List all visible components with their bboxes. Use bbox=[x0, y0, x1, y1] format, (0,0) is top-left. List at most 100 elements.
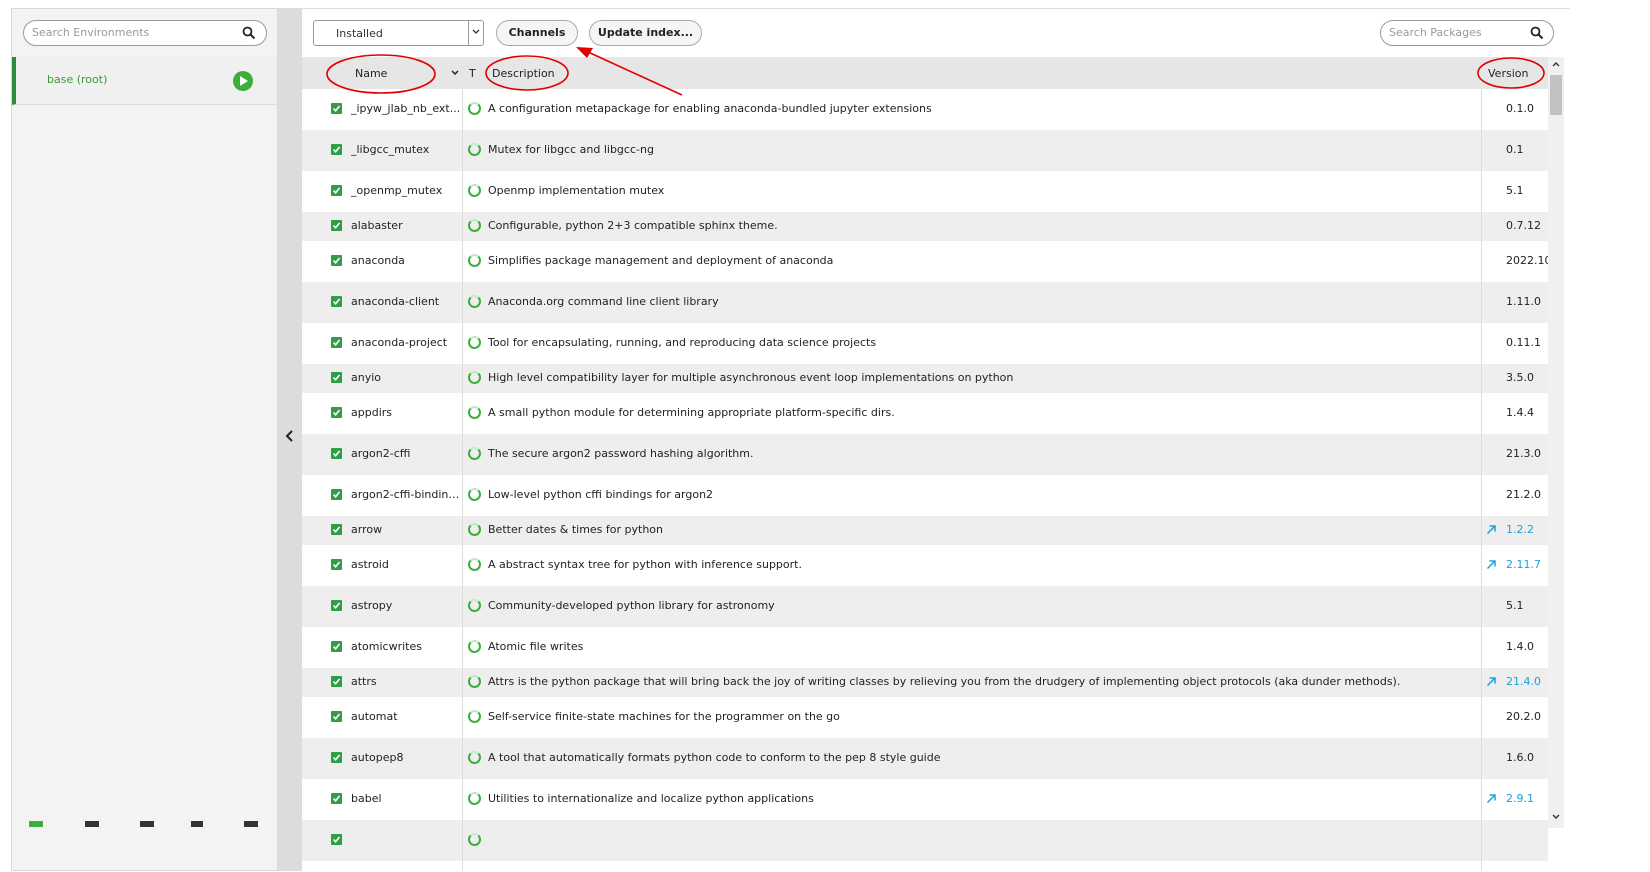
check-icon bbox=[332, 257, 341, 265]
installed-checkbox[interactable] bbox=[331, 489, 342, 500]
table-row[interactable]: _openmp_mutex Openmp implementation mutex… bbox=[302, 171, 1548, 212]
table-row[interactable]: argon2-cffi The secure argon2 password ha… bbox=[302, 434, 1548, 475]
package-name: _openmp_mutex bbox=[351, 184, 443, 197]
update-available-icon[interactable] bbox=[1486, 793, 1497, 807]
installed-checkbox[interactable] bbox=[331, 793, 342, 804]
installed-checkbox[interactable] bbox=[331, 711, 342, 722]
table-row[interactable]: appdirs A small python module for determi… bbox=[302, 393, 1548, 434]
installed-checkbox[interactable] bbox=[331, 185, 342, 196]
installed-checkbox[interactable] bbox=[331, 407, 342, 418]
installed-checkbox[interactable] bbox=[331, 641, 342, 652]
search-icon[interactable] bbox=[242, 26, 256, 40]
installed-checkbox[interactable] bbox=[331, 255, 342, 266]
chevron-down-icon bbox=[472, 29, 480, 34]
package-type-icon bbox=[468, 143, 481, 156]
installed-checkbox[interactable] bbox=[331, 144, 342, 155]
update-index-button[interactable]: Update index... bbox=[589, 20, 702, 46]
package-filter-select[interactable]: Installed bbox=[313, 20, 484, 46]
table-row[interactable]: anaconda-project Tool for encapsulating, … bbox=[302, 323, 1548, 364]
clone-icon[interactable] bbox=[85, 821, 99, 827]
package-version: 2.9.1 bbox=[1506, 792, 1534, 805]
table-row[interactable]: anaconda Simplifies package management an… bbox=[302, 241, 1548, 282]
package-description: Low-level python cffi bindings for argon… bbox=[488, 488, 714, 501]
environment-item-base[interactable]: base (root) bbox=[12, 57, 277, 105]
column-header-version[interactable]: Version bbox=[1488, 67, 1528, 80]
installed-checkbox[interactable] bbox=[331, 296, 342, 307]
installed-checkbox[interactable] bbox=[331, 524, 342, 535]
package-type-icon bbox=[468, 488, 481, 501]
table-row[interactable]: babel Utilities to internationalize and l… bbox=[302, 779, 1548, 820]
package-description: Openmp implementation mutex bbox=[488, 184, 665, 197]
package-version: 0.11.1 bbox=[1506, 336, 1541, 349]
package-name: argon2-cffi-bindings bbox=[351, 488, 461, 501]
import-icon[interactable] bbox=[140, 821, 154, 827]
installed-checkbox[interactable] bbox=[331, 676, 342, 687]
table-row[interactable]: _libgcc_mutex Mutex for libgcc and libgcc… bbox=[302, 130, 1548, 171]
scroll-thumb[interactable] bbox=[1550, 75, 1562, 115]
check-icon bbox=[332, 298, 341, 306]
package-type-icon bbox=[468, 371, 481, 384]
installed-checkbox[interactable] bbox=[331, 337, 342, 348]
package-version: 1.6.0 bbox=[1506, 751, 1534, 764]
table-row[interactable]: astropy Community-developed python librar… bbox=[302, 586, 1548, 627]
table-row[interactable]: anyio High level compatibility layer for … bbox=[302, 364, 1548, 393]
table-row[interactable]: automat Self-service finite-state machine… bbox=[302, 697, 1548, 738]
installed-checkbox[interactable] bbox=[331, 752, 342, 763]
package-name: astropy bbox=[351, 599, 393, 612]
package-name: anaconda bbox=[351, 254, 405, 267]
installed-checkbox[interactable] bbox=[331, 834, 342, 845]
scroll-down-icon[interactable] bbox=[1552, 814, 1560, 820]
column-header-type[interactable]: T bbox=[469, 67, 476, 80]
table-row[interactable]: arrow Better dates & times for python 1.2.… bbox=[302, 516, 1548, 545]
table-row[interactable]: atomicwrites Atomic file writes 1.4.0 bbox=[302, 627, 1548, 668]
installed-checkbox[interactable] bbox=[331, 372, 342, 383]
update-available-icon[interactable] bbox=[1486, 676, 1497, 690]
table-row[interactable]: alabaster Configurable, python 2+3 compat… bbox=[302, 212, 1548, 241]
package-type-icon bbox=[468, 675, 481, 688]
table-row[interactable]: anaconda-client Anaconda.org command line… bbox=[302, 282, 1548, 323]
package-version: 2.11.7 bbox=[1506, 558, 1541, 571]
package-type-icon bbox=[468, 184, 481, 197]
remove-icon[interactable] bbox=[244, 821, 258, 827]
package-name: anaconda-project bbox=[351, 336, 448, 349]
column-divider bbox=[462, 89, 463, 871]
package-version: 21.2.0 bbox=[1506, 488, 1541, 501]
environments-search-input[interactable]: Search Environments bbox=[23, 20, 267, 46]
environment-label: base (root) bbox=[47, 73, 108, 86]
table-row[interactable]: _ipyw_jlab_nb_ext... A configuration meta… bbox=[302, 89, 1548, 130]
package-name: _ipyw_jlab_nb_ext... bbox=[351, 102, 461, 115]
update-available-icon[interactable] bbox=[1486, 524, 1497, 538]
create-icon[interactable] bbox=[29, 821, 43, 827]
package-description: The secure argon2 password hashing algor… bbox=[488, 447, 754, 460]
update-available-icon[interactable] bbox=[1486, 559, 1497, 573]
table-row[interactable]: autopep8 A tool that automatically format… bbox=[302, 738, 1548, 779]
table-row[interactable]: attrs Attrs is the python package that wi… bbox=[302, 668, 1548, 697]
packages-table-header: Name T Description Version bbox=[302, 57, 1548, 89]
installed-checkbox[interactable] bbox=[331, 220, 342, 231]
installed-checkbox[interactable] bbox=[331, 103, 342, 114]
check-icon bbox=[332, 602, 341, 610]
sort-chevron-down-icon[interactable] bbox=[451, 70, 459, 76]
column-header-description[interactable]: Description bbox=[492, 67, 555, 80]
backup-icon[interactable] bbox=[191, 821, 203, 827]
check-icon bbox=[332, 339, 341, 347]
filter-dropdown-arrow[interactable] bbox=[468, 21, 483, 45]
installed-checkbox[interactable] bbox=[331, 448, 342, 459]
search-icon[interactable] bbox=[1530, 26, 1544, 40]
check-icon bbox=[332, 105, 341, 113]
installed-checkbox[interactable] bbox=[331, 559, 342, 570]
table-row[interactable] bbox=[302, 820, 1548, 861]
play-icon[interactable] bbox=[233, 71, 253, 91]
table-row[interactable]: argon2-cffi-bindings Low-level python cff… bbox=[302, 475, 1548, 516]
scroll-up-icon[interactable] bbox=[1552, 61, 1560, 67]
packages-search-input[interactable]: Search Packages bbox=[1380, 20, 1554, 46]
table-row[interactable]: astroid A abstract syntax tree for python… bbox=[302, 545, 1548, 586]
package-description: A small python module for determining ap… bbox=[488, 406, 895, 419]
collapse-panel-strip[interactable] bbox=[278, 8, 302, 871]
chevron-left-icon[interactable] bbox=[285, 430, 295, 442]
channels-button[interactable]: Channels bbox=[496, 20, 578, 46]
packages-scrollbar[interactable] bbox=[1548, 57, 1564, 828]
column-header-name[interactable]: Name bbox=[355, 67, 387, 80]
package-version: 5.1 bbox=[1506, 184, 1524, 197]
installed-checkbox[interactable] bbox=[331, 600, 342, 611]
